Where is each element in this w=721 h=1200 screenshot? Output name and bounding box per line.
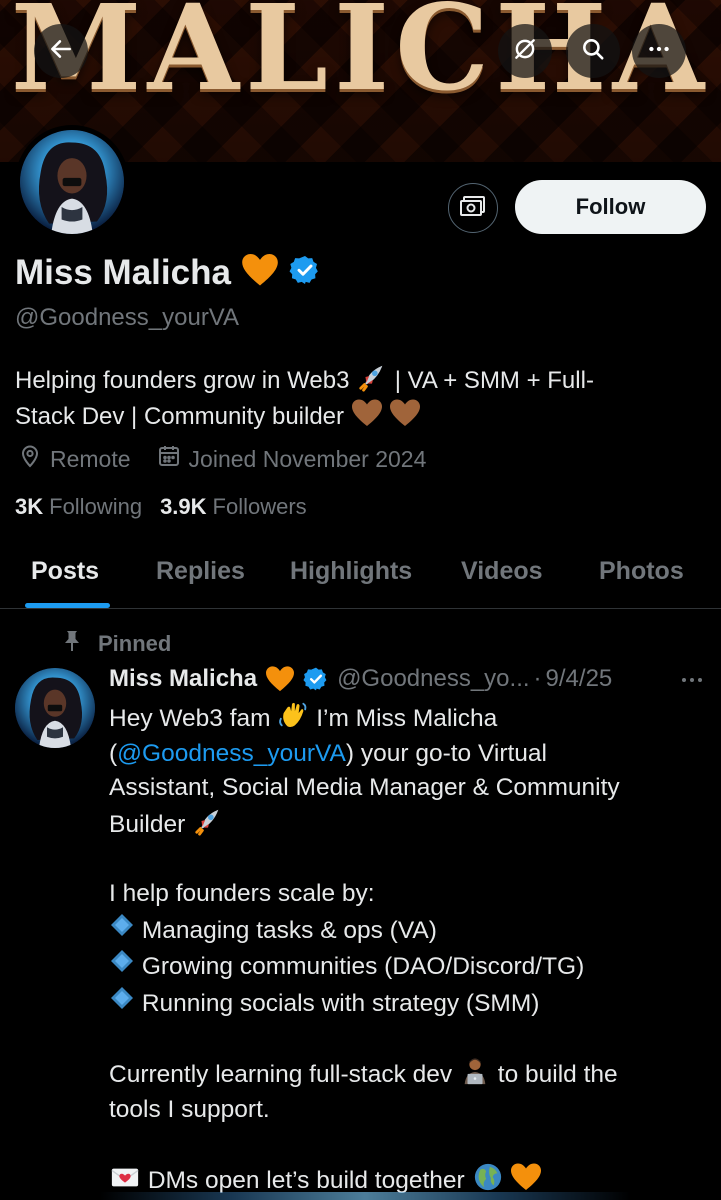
post-author-handle[interactable]: @Goodness_yo...: [337, 665, 529, 693]
followers-count: 3.9K: [160, 494, 207, 519]
post-body: Hey Web3 fam I’m Miss Malicha (@Goodness…: [109, 700, 699, 1198]
post-line-3: Assistant, Social Media Manager & Commun…: [109, 774, 620, 802]
profile-meta: Remote Joined November 2024: [18, 444, 452, 474]
search-icon: [580, 36, 606, 67]
followers-label: Followers: [212, 494, 307, 519]
verified-badge-icon[interactable]: [303, 666, 329, 692]
brown-heart-icon: [351, 398, 383, 428]
bio-line-2: Stack Dev | Community builder: [15, 403, 345, 430]
tip-button[interactable]: [448, 183, 498, 233]
media-preview-edge: [100, 1192, 630, 1200]
post-line-2-tail: ) your go-to Virtual: [345, 739, 547, 767]
orange-heart-icon: [510, 1162, 542, 1192]
bullet-text: Growing communities (DAO/Discord/TG): [141, 953, 585, 981]
bullet-item: Running socials with strategy (SMM): [109, 985, 699, 1022]
location-pin-icon: [18, 444, 42, 474]
grok-button[interactable]: [498, 24, 552, 78]
rocket-icon: [356, 362, 388, 392]
tab-replies[interactable]: Replies: [156, 557, 245, 586]
joined-text: Joined November 2024: [188, 445, 427, 472]
post-line-6-tail: to build the: [497, 1060, 618, 1088]
profile-tabs: Posts Replies Highlights Videos Photos: [0, 540, 721, 609]
post-line-1: Hey Web3 fam: [109, 705, 271, 732]
post-date[interactable]: 9/4/25: [546, 665, 613, 693]
post-line-7: tools I support.: [109, 1095, 270, 1123]
tab-posts[interactable]: Posts: [31, 557, 99, 586]
post-author-name[interactable]: Miss Malicha: [109, 665, 257, 693]
blue-diamond-icon: [109, 913, 142, 944]
pin-icon: [62, 630, 82, 658]
arrow-left-icon: [48, 36, 74, 67]
name-row: Miss Malicha: [15, 252, 321, 293]
globe-icon: [472, 1162, 504, 1192]
grok-icon: [512, 36, 538, 67]
post-line-2-open: (: [109, 739, 118, 767]
post-line-5: I help founders scale by:: [109, 879, 375, 907]
follow-button[interactable]: Follow: [515, 180, 706, 234]
location-item: Remote: [18, 444, 131, 474]
bullet-item: Growing communities (DAO/Discord/TG): [109, 948, 699, 985]
post-line-1-tail: I’m Miss Malicha: [316, 705, 498, 732]
joined-item: Joined November 2024: [157, 444, 427, 474]
post-line-4: Builder: [109, 810, 186, 838]
mention-link[interactable]: @Goodness_yourVA: [117, 740, 346, 767]
pinned-label: Pinned: [98, 631, 172, 656]
rocket-icon: [192, 806, 224, 836]
more-button[interactable]: [632, 24, 686, 78]
tab-videos[interactable]: Videos: [461, 557, 543, 586]
follow-counts: 3K Following 3.9K Followers: [15, 494, 307, 520]
orange-heart-icon: [265, 665, 295, 693]
following-count: 3K: [15, 494, 44, 519]
avatar-image: [20, 130, 124, 234]
waving-hand-icon: [277, 700, 309, 730]
post-line-8: DMs open let’s build together: [147, 1166, 465, 1194]
blue-diamond-icon: [109, 950, 142, 980]
bullet-text: Managing tasks & ops (VA): [141, 916, 437, 944]
post-author-avatar[interactable]: [15, 668, 95, 748]
display-name: Miss Malicha: [15, 252, 231, 292]
technologist-icon: [459, 1056, 491, 1086]
post-line-6: Currently learning full-stack dev: [109, 1060, 453, 1088]
bio-line-1-tail: | VA + SMM + Full-: [394, 367, 594, 394]
search-button[interactable]: [566, 24, 620, 78]
following-label: Following: [49, 494, 143, 519]
profile-handle: @Goodness_yourVA: [15, 304, 240, 331]
more-icon: [680, 671, 704, 689]
pinned-indicator: Pinned: [62, 630, 171, 658]
money-icon: [459, 194, 487, 223]
following-link[interactable]: 3K Following: [15, 494, 142, 520]
tab-highlights[interactable]: Highlights: [290, 557, 412, 586]
profile-avatar[interactable]: [15, 125, 129, 239]
bio-line-1: Helping founders grow in Web3: [15, 367, 350, 394]
tab-photos[interactable]: Photos: [599, 557, 684, 586]
followers-link[interactable]: 3.9K Followers: [160, 494, 307, 520]
calendar-icon: [157, 444, 181, 474]
active-tab-indicator: [25, 603, 110, 608]
brown-heart-icon: [389, 398, 421, 428]
post-header: Miss Malicha @Goodness_yo... · 9/4/25: [109, 665, 709, 693]
bullet-text: Running socials with strategy (SMM): [141, 989, 540, 1017]
post-separator: ·: [533, 665, 542, 692]
orange-heart-icon: [241, 252, 279, 293]
verified-badge-icon[interactable]: [289, 254, 321, 291]
love-letter-icon: [109, 1162, 141, 1192]
bullet-item: Managing tasks & ops (VA): [109, 912, 699, 949]
back-button[interactable]: [34, 24, 88, 78]
more-icon: [646, 36, 672, 67]
location-text: Remote: [50, 445, 131, 472]
blue-diamond-icon: [109, 986, 142, 1017]
profile-bio: Helping founders grow in Web3 | VA + SMM…: [15, 362, 695, 434]
post-more-button[interactable]: [676, 668, 708, 692]
